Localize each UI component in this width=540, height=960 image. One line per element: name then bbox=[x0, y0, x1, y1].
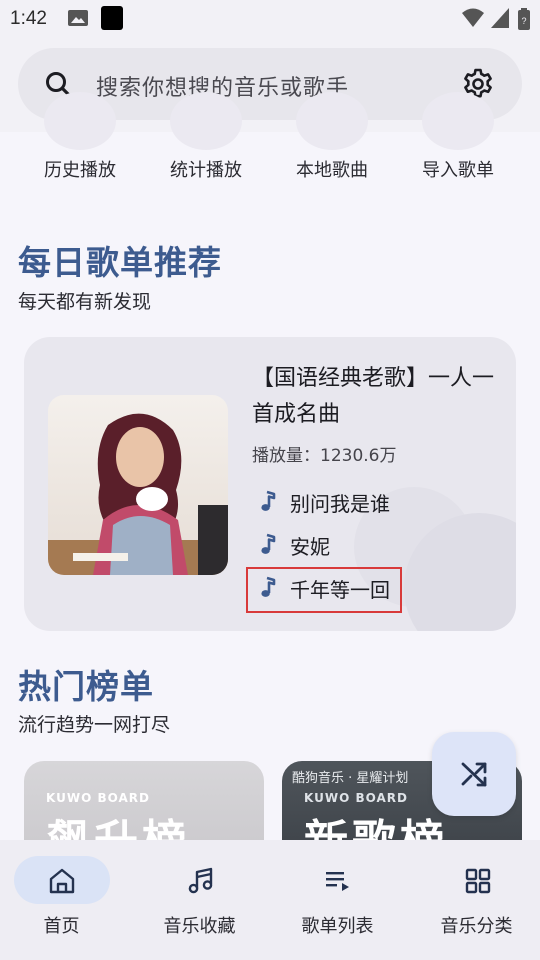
home-icon bbox=[49, 868, 75, 894]
nav-label-favorites: 音乐收藏 bbox=[163, 916, 236, 937]
hot-section-subtitle: 流行趋势一网打尽 bbox=[18, 714, 171, 736]
image-notification-icon bbox=[68, 10, 88, 26]
shuffle-button[interactable] bbox=[432, 732, 516, 816]
play-count: 播放量：1230.6万 bbox=[252, 446, 397, 466]
highlight-box bbox=[246, 567, 402, 613]
status-bar: 1:42 ? bbox=[0, 0, 540, 38]
nav-label-playlists: 歌单列表 bbox=[301, 916, 374, 937]
bottom-navigation: 首页 音乐收藏 歌单列表 音乐分类 bbox=[0, 840, 540, 960]
song-name: 安妮 bbox=[290, 535, 330, 559]
quick-action-stats[interactable]: 统计播放 bbox=[146, 156, 266, 182]
app-notification-icon bbox=[101, 6, 123, 30]
song-name: 别问我是谁 bbox=[290, 492, 390, 516]
battery-icon: ? bbox=[518, 8, 530, 30]
nav-item-categories[interactable]: 音乐分类 bbox=[405, 840, 540, 960]
daily-section-title: 每日歌单推荐 bbox=[18, 243, 222, 282]
playlist-cover-image[interactable] bbox=[48, 395, 228, 575]
music-note-icon bbox=[261, 490, 276, 511]
nav-item-home[interactable]: 首页 bbox=[0, 840, 135, 960]
signal-icon bbox=[491, 8, 509, 28]
playlist-icon bbox=[326, 872, 349, 891]
chart-card-caption: 酷狗音乐 · 星耀计划 bbox=[292, 771, 409, 786]
status-time: 1:42 bbox=[10, 8, 47, 29]
local-songs-icon[interactable] bbox=[296, 92, 368, 150]
daily-section-subtitle: 每天都有新发现 bbox=[18, 291, 152, 313]
song-item[interactable]: 别问我是谁 bbox=[252, 482, 452, 522]
song-item[interactable]: 安妮 bbox=[252, 525, 452, 565]
playlist-title[interactable]: 【国语经典老歌】一人一首成名曲 bbox=[252, 361, 502, 433]
wifi-icon bbox=[462, 8, 484, 27]
shuffle-icon bbox=[461, 762, 487, 787]
quick-action-history[interactable]: 历史播放 bbox=[20, 156, 140, 182]
quick-action-local[interactable]: 本地歌曲 bbox=[272, 156, 392, 182]
board-tag: KUWO BOARD bbox=[46, 791, 150, 805]
quick-actions: 历史播放 统计播放 本地歌曲 导入歌单 bbox=[0, 92, 540, 192]
quick-action-import[interactable]: 导入歌单 bbox=[398, 156, 518, 182]
nav-item-favorites[interactable]: 音乐收藏 bbox=[132, 840, 267, 960]
nav-label-home: 首页 bbox=[43, 916, 80, 937]
nav-item-playlists[interactable]: 歌单列表 bbox=[270, 840, 405, 960]
nav-label-categories: 音乐分类 bbox=[440, 916, 513, 937]
hot-section-title: 热门榜单 bbox=[18, 667, 154, 706]
svg-text:?: ? bbox=[521, 16, 526, 26]
daily-playlist-card[interactable]: 【国语经典老歌】一人一首成名曲 播放量：1230.6万 别问我是谁 安妮 千年等… bbox=[24, 337, 516, 631]
music-note-icon bbox=[261, 533, 276, 554]
grid-icon bbox=[465, 868, 491, 894]
music-note-icon bbox=[188, 867, 213, 894]
history-play-icon[interactable] bbox=[44, 92, 116, 150]
stats-play-icon[interactable] bbox=[170, 92, 242, 150]
import-playlist-icon[interactable] bbox=[422, 92, 494, 150]
board-tag: KUWO BOARD bbox=[304, 791, 408, 805]
